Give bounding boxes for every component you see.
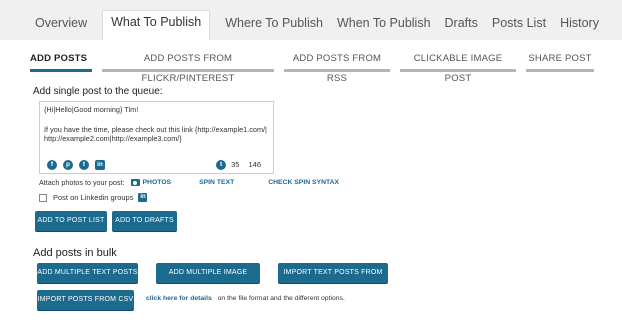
character-counters: t 35 146 xyxy=(216,160,261,170)
linkedin-groups-row: Post on Linkedin groups in xyxy=(39,193,148,202)
photos-link[interactable]: PHOTOS xyxy=(143,179,172,186)
subtab-rss[interactable]: ADD POSTS FROM RSS xyxy=(284,49,390,84)
facebook-icon[interactable]: f xyxy=(47,160,57,170)
subtab-add-posts[interactable]: ADD POSTS xyxy=(30,49,92,72)
tab-posts-list[interactable]: Posts List xyxy=(485,0,553,40)
add-multiple-image-posts-button[interactable]: ADD MULTIPLE IMAGE POSTS xyxy=(156,263,260,296)
textarea-line: http://example2.com|http://example3.com/… xyxy=(44,134,182,143)
subtab-clickable-image[interactable]: CLICKABLE IMAGE POST xyxy=(400,49,516,84)
char-count: 146 xyxy=(248,160,261,170)
linkedin-groups-label: Post on Linkedin groups xyxy=(53,193,134,202)
linkedin-icon[interactable]: in xyxy=(95,160,105,170)
pinterest-icon[interactable]: p xyxy=(63,160,73,170)
textarea-line: If you have the time, please check out t… xyxy=(44,124,267,134)
add-multiple-text-posts-button[interactable]: ADD MULTIPLE TEXT POSTS xyxy=(37,263,138,283)
details-row: click here for details on the file forma… xyxy=(146,295,345,302)
tab-overview[interactable]: Overview xyxy=(28,0,94,40)
twitter-count-icon: t xyxy=(216,160,227,170)
linkedin-icon: in xyxy=(138,193,148,202)
tab-what-to-publish[interactable]: What To Publish xyxy=(102,10,211,40)
tab-where-to-publish[interactable]: Where To Publish xyxy=(218,0,330,40)
textarea-line: {Hi|Hello|Good morning} Tim! xyxy=(44,105,139,114)
tab-history[interactable]: History xyxy=(553,0,606,40)
twitter-char-count: 35 xyxy=(231,160,240,170)
tab-when-to-publish[interactable]: When To Publish xyxy=(330,0,438,40)
subtab-flickr-pinterest[interactable]: ADD POSTS FROM FLICKR/PINTEREST xyxy=(102,49,274,84)
import-posts-csv-button[interactable]: IMPORT POSTS FROM CSV xyxy=(37,290,134,310)
camera-icon[interactable] xyxy=(130,179,140,186)
spin-text-link[interactable]: SPIN TEXT xyxy=(199,179,234,186)
sub-tab-bar: ADD POSTS ADD POSTS FROM FLICKR/PINTERES… xyxy=(30,49,622,84)
attach-label: Attach photos to your post: xyxy=(39,178,125,187)
check-spin-syntax-link[interactable]: CHECK SPIN SYNTAX xyxy=(268,179,339,186)
import-text-posts-file-button[interactable]: IMPORT TEXT POSTS FROM FILE xyxy=(278,263,388,296)
post-textarea[interactable]: {Hi|Hello|Good morning} Tim! If you have… xyxy=(39,101,274,174)
subtab-share-post[interactable]: SHARE POST xyxy=(526,49,594,72)
twitter-icon[interactable]: t xyxy=(79,160,89,170)
single-post-heading: Add single post to the queue: xyxy=(33,86,163,97)
social-network-row: f p t in xyxy=(47,160,105,170)
bulk-heading: Add posts in bulk xyxy=(33,247,117,259)
add-to-post-list-button[interactable]: ADD TO POST LIST xyxy=(35,211,107,231)
top-tab-bar: Overview What To Publish Where To Publis… xyxy=(0,0,622,40)
add-to-drafts-button[interactable]: ADD TO DRAFTS xyxy=(112,211,177,231)
attach-row: Attach photos to your post: PHOTOS SPIN … xyxy=(39,178,339,187)
tab-drafts[interactable]: Drafts xyxy=(438,0,485,40)
textarea-line xyxy=(44,115,269,125)
details-suffix: on the file format and the different opt… xyxy=(217,295,345,302)
details-link[interactable]: click here for details xyxy=(146,295,212,302)
linkedin-groups-checkbox[interactable] xyxy=(39,193,47,202)
